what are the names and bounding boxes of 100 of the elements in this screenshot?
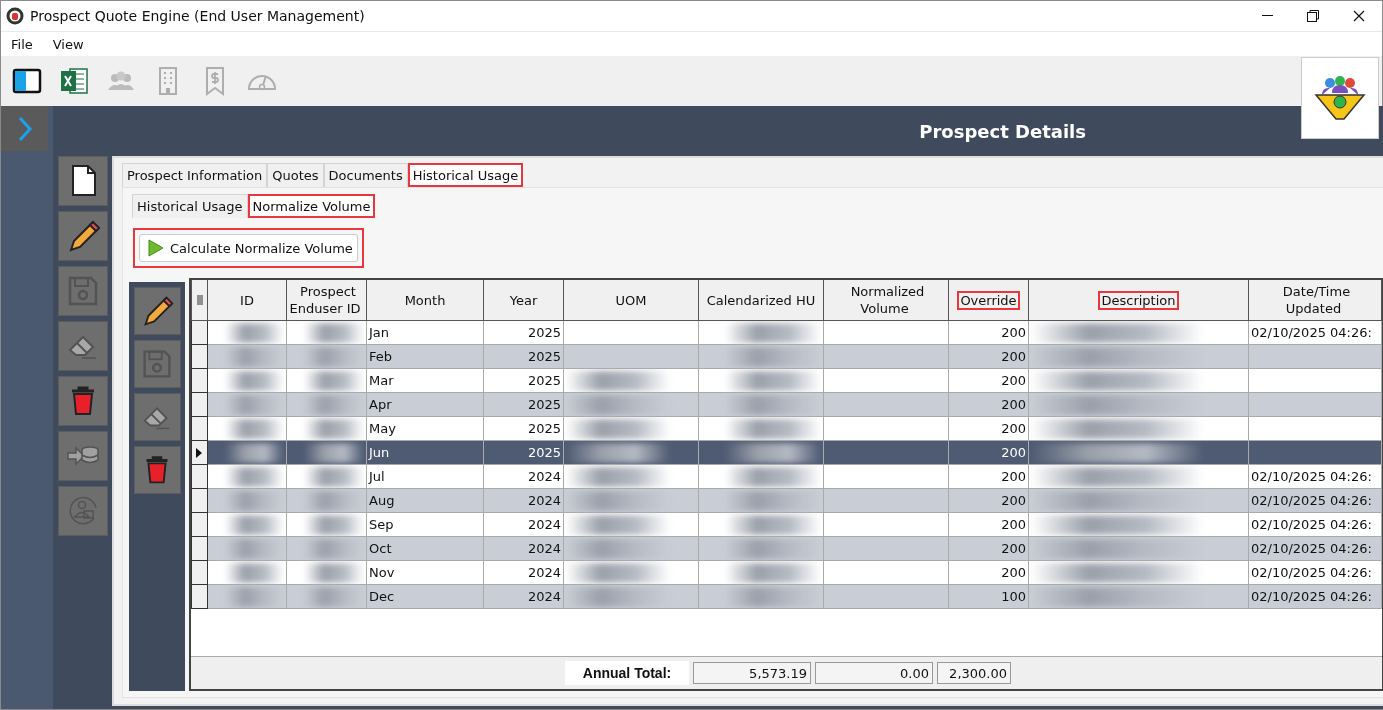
table-cell: 200 bbox=[948, 464, 1029, 489]
tab[interactable]: Historical Usage bbox=[132, 194, 248, 218]
table-cell: 02/10/2025 04:26: bbox=[1248, 464, 1382, 489]
row-header[interactable] bbox=[191, 392, 208, 417]
table-cell: 02/10/2025 04:26: bbox=[1248, 536, 1382, 561]
table-cell: May bbox=[366, 416, 484, 441]
blurred-text bbox=[304, 586, 364, 607]
minimize-icon[interactable] bbox=[1261, 15, 1273, 17]
blurred-text bbox=[224, 562, 284, 583]
row-header[interactable] bbox=[191, 488, 208, 513]
column-header[interactable]: Year bbox=[483, 280, 564, 321]
table-cell: Jul bbox=[366, 464, 484, 489]
table-cell: 2024 bbox=[483, 512, 564, 537]
row-header[interactable] bbox=[191, 512, 208, 537]
row-header[interactable] bbox=[191, 536, 208, 561]
blurred-text bbox=[304, 346, 364, 367]
table-cell: 200 bbox=[948, 560, 1029, 585]
blurred-text bbox=[224, 322, 284, 343]
tab[interactable]: Documents bbox=[323, 163, 408, 187]
column-header[interactable]: Month bbox=[366, 280, 484, 321]
tool-button[interactable] bbox=[133, 287, 181, 335]
table-cell: Mar bbox=[366, 368, 484, 393]
table-cell: 200 bbox=[948, 320, 1029, 345]
app-logo-icon bbox=[6, 7, 24, 25]
spreadsheet-icon[interactable] bbox=[58, 65, 90, 97]
table-cell: Dec bbox=[366, 584, 484, 609]
tab[interactable]: Quotes bbox=[267, 163, 324, 187]
table-cell: 02/10/2025 04:26: bbox=[1248, 320, 1382, 345]
table-cell: 02/10/2025 04:26: bbox=[1248, 560, 1382, 585]
blurred-text bbox=[304, 370, 364, 391]
table-cell: 2024 bbox=[483, 464, 564, 489]
total-value: 5,573.19 bbox=[693, 662, 811, 684]
column-header[interactable]: UOM bbox=[563, 280, 699, 321]
total-value: 0.00 bbox=[815, 662, 933, 684]
blurred-text bbox=[224, 418, 284, 439]
window-title: Prospect Quote Engine (End User Management) bbox=[30, 8, 366, 24]
row-header[interactable] bbox=[191, 440, 208, 465]
table-cell: Oct bbox=[366, 536, 484, 561]
table-cell: 2024 bbox=[483, 560, 564, 585]
menu-item[interactable]: File bbox=[1, 36, 43, 52]
table-cell: Apr bbox=[366, 392, 484, 417]
column-header[interactable]: Override bbox=[948, 280, 1029, 321]
restore-icon[interactable] bbox=[1307, 10, 1319, 22]
row-header[interactable] bbox=[191, 344, 208, 369]
tool-button[interactable] bbox=[58, 156, 108, 206]
table-cell: Jan bbox=[366, 320, 484, 345]
row-header[interactable] bbox=[191, 464, 208, 489]
tab[interactable]: Normalize Volume bbox=[247, 194, 376, 218]
table-cell: 200 bbox=[948, 416, 1029, 441]
panel-title: Prospect Details bbox=[919, 120, 1086, 142]
row-header[interactable] bbox=[191, 368, 208, 393]
column-header[interactable]: ID bbox=[207, 280, 287, 321]
column-header[interactable]: Prospect Enduser ID bbox=[286, 280, 367, 321]
table-cell: 02/10/2025 04:26: bbox=[1248, 584, 1382, 609]
column-header[interactable]: Calendarized HU bbox=[698, 280, 824, 321]
menu-item[interactable]: View bbox=[42, 36, 94, 52]
blurred-text bbox=[304, 466, 364, 487]
blurred-text bbox=[304, 322, 364, 343]
blurred-text bbox=[224, 370, 284, 391]
row-header[interactable] bbox=[191, 416, 208, 441]
row-header[interactable] bbox=[191, 584, 208, 609]
table-cell: 02/10/2025 04:26: bbox=[1248, 488, 1382, 513]
current-row-icon bbox=[196, 447, 202, 458]
blurred-text bbox=[304, 562, 364, 583]
table-cell: 02/10/2025 04:26: bbox=[1248, 512, 1382, 537]
blurred-text bbox=[304, 394, 364, 415]
blurred-text bbox=[304, 490, 364, 511]
row-header[interactable] bbox=[191, 320, 208, 345]
table-cell: 2025 bbox=[483, 368, 564, 393]
total-label: Annual Total: bbox=[565, 661, 689, 685]
blurred-text bbox=[304, 514, 364, 535]
close-icon[interactable] bbox=[1353, 10, 1365, 22]
table-cell: 200 bbox=[948, 368, 1029, 393]
tab[interactable]: Historical Usage bbox=[407, 163, 524, 187]
table-cell: 2025 bbox=[483, 320, 564, 345]
total-value: 2,300.00 bbox=[937, 662, 1011, 684]
table-cell: Sep bbox=[366, 512, 484, 537]
blurred-text bbox=[304, 538, 364, 559]
column-header[interactable]: Normalized Volume bbox=[823, 280, 949, 321]
column-header[interactable]: Date/Time Updated bbox=[1248, 280, 1382, 321]
blurred-text bbox=[224, 442, 284, 463]
table-cell: Jun bbox=[366, 440, 484, 465]
play-icon bbox=[148, 239, 164, 257]
column-chooser-icon[interactable] bbox=[191, 280, 208, 321]
table-cell: 200 bbox=[948, 512, 1029, 537]
table-cell: Feb bbox=[366, 344, 484, 369]
funnel-people-icon[interactable] bbox=[1314, 75, 1366, 121]
tab[interactable]: Prospect Information bbox=[122, 163, 268, 187]
blurred-text bbox=[224, 514, 284, 535]
tool-button[interactable] bbox=[58, 211, 108, 261]
blurred-text bbox=[224, 466, 284, 487]
table-cell: Nov bbox=[366, 560, 484, 585]
chevron-right-icon bbox=[16, 115, 33, 142]
table-cell: Aug bbox=[366, 488, 484, 513]
calculate-button[interactable]: Calculate Normalize Volume bbox=[139, 234, 358, 262]
table-cell: 2025 bbox=[483, 416, 564, 441]
row-header[interactable] bbox=[191, 560, 208, 585]
blurred-text bbox=[304, 418, 364, 439]
blurred-text bbox=[304, 442, 364, 463]
column-header[interactable]: Description bbox=[1028, 280, 1249, 321]
